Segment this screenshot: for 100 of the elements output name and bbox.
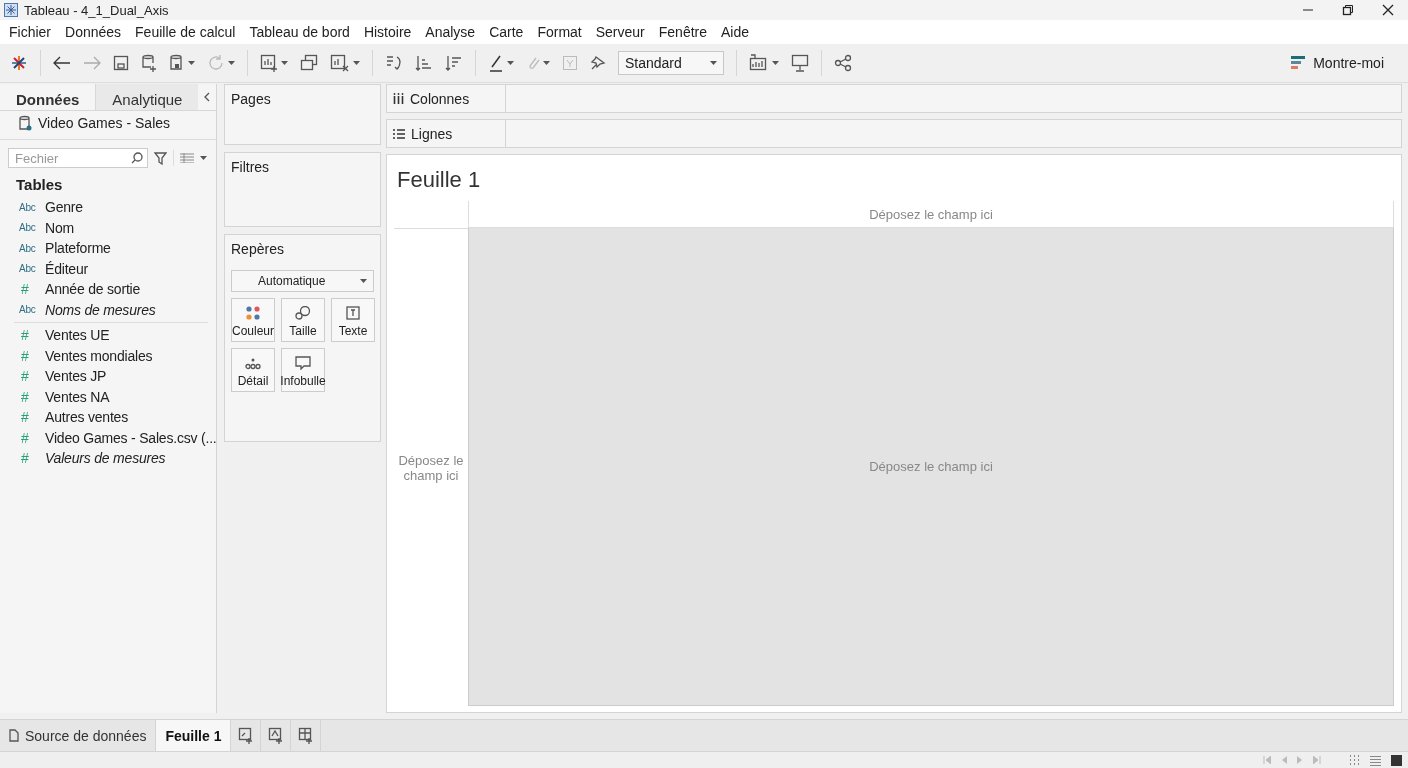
close-icon[interactable] [1382,4,1394,16]
document-icon [9,729,19,742]
caret-icon [360,279,367,283]
text-type-icon: Abc [19,201,45,213]
sheet-tab[interactable]: Feuille 1 [156,720,232,751]
card-title: Filtres [231,159,271,175]
field-item[interactable]: Valeurs de mesures [45,450,166,467]
number-type-icon: # [19,409,45,426]
show-me-icon [1291,55,1306,71]
list-view-icon[interactable] [1370,754,1381,766]
presentation-mode-icon[interactable] [791,54,809,72]
window-title: Tableau - 4_1_Dual_Axis [24,2,170,18]
caret-icon [710,61,717,65]
number-type-icon: # [19,327,45,344]
number-type-icon: # [19,368,45,385]
field-item[interactable]: Année de sortie [45,281,141,298]
number-type-icon: # [19,388,45,405]
caret-icon [507,61,514,65]
sort-ascending-icon[interactable] [415,54,433,72]
restore-icon[interactable] [1342,4,1354,16]
new-worksheet-icon [237,726,254,745]
shelf-label: Colonnes [410,90,470,107]
menu-item[interactable]: Feuille de calcul [128,24,243,40]
share-icon[interactable] [834,54,852,72]
menu-item[interactable]: Tableau de bord [242,24,357,40]
grid-view-icon[interactable] [1349,754,1360,766]
field-item[interactable]: Video Games - Sales.csv (... [45,429,217,446]
text-type-icon: Abc [19,242,45,254]
field-item[interactable]: Ventes NA [45,388,110,405]
field-item[interactable]: Éditeur [45,260,88,277]
field-item[interactable]: Plateforme [45,240,111,257]
caret-icon [543,61,550,65]
detail-icon [245,358,261,370]
filmstrip-view-icon[interactable] [1391,754,1402,766]
save-icon[interactable] [113,55,129,71]
highlight-pen-icon[interactable] [488,54,504,72]
new-dashboard-icon [267,726,284,745]
tooltip-icon [295,356,311,370]
pin-icon[interactable] [590,55,606,71]
datasource-name[interactable]: Video Games - Sales [38,115,171,131]
number-type-icon: # [19,429,45,446]
rows-shelf[interactable]: Lignes [386,119,1402,148]
size-icon [295,306,311,320]
field-item[interactable]: Ventes mondiales [45,347,153,364]
caret-icon [772,61,779,65]
columns-icon [393,93,404,104]
menu-item[interactable]: Fichier [2,24,58,40]
card-title: Pages [231,91,272,107]
caret-icon[interactable] [200,156,207,160]
show-me-button[interactable]: Montre-moi [1291,55,1398,71]
fit-dropdown[interactable]: Standard [618,51,724,75]
number-type-icon: # [19,347,45,364]
menu-item[interactable]: Fenêtre [651,24,714,40]
mark-property-button[interactable]: Infobulle [281,348,325,392]
field-item[interactable]: Nom [45,219,74,236]
datasource-icon[interactable] [169,54,185,72]
swap-icon[interactable] [385,54,403,72]
new-sheet-icon[interactable] [260,54,278,72]
menu-item[interactable]: Aide [714,24,757,40]
mark-property-button[interactable]: Détail [231,348,275,392]
text-icon [346,306,360,320]
section-heading: Tables [15,175,64,195]
menu-item[interactable]: Format [530,24,589,40]
new-datasource-icon[interactable] [141,54,157,72]
pane-tab[interactable]: Analytique [95,84,199,110]
tableau-logo-icon[interactable] [10,54,28,72]
caret-icon [188,61,195,65]
field-item[interactable]: Ventes UE [45,327,110,344]
collapse-icon[interactable] [204,92,210,102]
menu-item[interactable]: Analyse [418,24,483,40]
mark-property-button[interactable]: Taille [281,298,325,342]
mark-type-dropdown[interactable]: Automatique [231,270,374,292]
columns-shelf[interactable]: Colonnes [386,84,1402,113]
mark-property-button[interactable]: Couleur [231,298,275,342]
menu-item[interactable]: Histoire [356,24,419,40]
shelf-label: Lignes [411,125,453,142]
number-type-icon: # [19,281,45,298]
filter-icon[interactable] [154,151,167,165]
sheet-title: Feuille 1 [396,166,482,194]
back-icon[interactable] [53,56,71,70]
field-item[interactable]: Genre [45,199,83,216]
field-item[interactable]: Autres ventes [45,409,128,426]
menu-item[interactable]: Carte [482,24,531,40]
number-type-icon: # [19,450,45,467]
sort-descending-icon[interactable] [445,54,463,72]
caret-icon [228,61,235,65]
presentation-icon[interactable] [749,54,769,72]
text-type-icon: Abc [19,263,45,275]
text-type-icon: Abc [19,304,45,316]
field-item[interactable]: Noms de mesures [45,301,156,318]
app-icon [4,3,18,17]
menu-item[interactable]: Serveur [588,24,652,40]
search-field[interactable]: Fechier [8,148,148,168]
mark-property-button[interactable]: Texte [331,298,375,342]
clear-sheet-icon[interactable] [330,54,350,72]
rows-icon [393,128,405,139]
caret-icon [281,61,288,65]
duplicate-icon[interactable] [300,54,318,72]
menu-item[interactable]: Données [58,24,129,40]
field-item[interactable]: Ventes JP [45,368,107,385]
